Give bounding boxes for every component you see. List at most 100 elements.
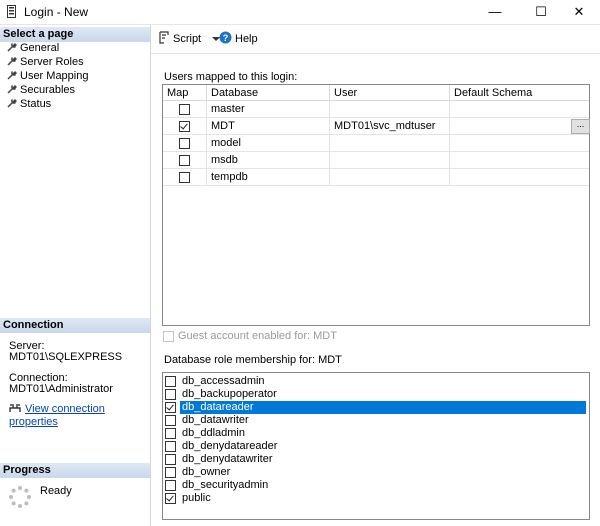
map-cell[interactable] <box>163 135 207 152</box>
role-label[interactable]: db_backupoperator <box>180 388 279 401</box>
schema-cell[interactable]: ... <box>450 118 590 135</box>
map-checkbox[interactable] <box>179 154 190 166</box>
database-cell: model <box>207 135 330 152</box>
page-item-server-roles[interactable]: Server Roles <box>7 55 84 69</box>
user-cell[interactable] <box>330 135 450 152</box>
progress-header: Progress <box>0 463 150 478</box>
role-label[interactable]: db_securityadmin <box>180 479 270 492</box>
schema-cell[interactable] <box>450 152 589 169</box>
schema-cell[interactable] <box>450 101 589 118</box>
page-item-general[interactable]: General <box>7 41 59 55</box>
role-checkbox[interactable] <box>165 402 176 413</box>
user-cell[interactable]: MDT01\svc_mdtuser <box>330 118 450 135</box>
map-cell[interactable] <box>163 169 207 186</box>
role-membership-list: db_accessadmin db_backupoperator db_data… <box>162 372 590 520</box>
server-icon <box>7 5 16 18</box>
title-bar: Login - New — ☐ ✕ <box>0 0 600 25</box>
svg-text:?: ? <box>223 33 229 43</box>
server-value: MDT01\SQLEXPRESS <box>9 351 123 363</box>
map-checkbox[interactable] <box>179 120 190 132</box>
user-cell[interactable] <box>330 101 450 118</box>
column-header-database[interactable]: Database <box>207 85 330 101</box>
role-label[interactable]: db_accessadmin <box>180 375 267 388</box>
role-checkbox[interactable] <box>165 441 176 452</box>
list-item[interactable]: db_accessadmin <box>164 375 588 388</box>
wrench-icon <box>7 70 17 80</box>
list-item[interactable]: db_ddladmin <box>164 427 588 440</box>
map-checkbox[interactable] <box>179 103 190 115</box>
role-label[interactable]: db_datareader <box>180 401 586 414</box>
help-button[interactable]: ? Help <box>219 31 258 47</box>
page-item-label: Server Roles <box>20 56 84 68</box>
guest-account-option: Guest account enabled for: MDT <box>163 330 337 342</box>
browse-schema-button[interactable]: ... <box>571 119 590 134</box>
database-cell: master <box>207 101 330 118</box>
table-row[interactable]: model <box>163 135 589 152</box>
page-item-label: Securables <box>20 84 76 96</box>
view-connection-properties[interactable]: View connection properties <box>9 403 150 429</box>
role-label[interactable]: public <box>180 492 213 505</box>
table-row[interactable]: msdb <box>163 152 589 169</box>
guest-account-checkbox <box>163 330 174 342</box>
script-label: Script <box>173 33 202 45</box>
help-label: Help <box>235 33 258 45</box>
connection-header: Connection <box>0 318 150 333</box>
page-item-status[interactable]: Status <box>7 97 51 111</box>
role-label[interactable]: db_owner <box>180 466 232 479</box>
script-button[interactable]: Script <box>158 31 221 47</box>
column-header-default-schema[interactable]: Default Schema <box>450 85 589 101</box>
schema-cell[interactable] <box>450 135 589 152</box>
view-connection-link[interactable]: View connection properties <box>9 403 105 428</box>
role-label[interactable]: db_datawriter <box>180 414 251 427</box>
minimize-button[interactable]: — <box>472 0 518 24</box>
page-item-label: General <box>20 42 60 54</box>
table-row[interactable]: master <box>163 101 589 118</box>
role-checkbox[interactable] <box>165 376 176 387</box>
user-cell[interactable] <box>330 169 450 186</box>
progress-spinner-icon <box>9 486 31 508</box>
wrench-icon <box>7 42 17 52</box>
column-header-map[interactable]: Map <box>163 85 207 101</box>
list-item[interactable]: db_datawriter <box>164 414 588 427</box>
wrench-icon <box>7 56 17 66</box>
role-checkbox[interactable] <box>165 454 176 465</box>
map-cell[interactable] <box>163 118 207 135</box>
page-item-user-mapping[interactable]: User Mapping <box>7 69 88 83</box>
role-checkbox[interactable] <box>165 415 176 426</box>
map-checkbox[interactable] <box>179 137 190 149</box>
list-item[interactable]: db_denydatawriter <box>164 453 588 466</box>
select-page-header: Select a page <box>0 27 150 42</box>
wrench-icon <box>7 98 17 108</box>
list-item[interactable]: db_securityadmin <box>164 479 588 492</box>
users-mapped-label: Users mapped to this login: <box>164 71 298 83</box>
role-label[interactable]: db_denydatareader <box>180 440 279 453</box>
role-checkbox[interactable] <box>165 467 176 478</box>
role-label[interactable]: db_denydatawriter <box>180 453 275 466</box>
page-item-securables[interactable]: Securables <box>7 83 75 97</box>
role-checkbox[interactable] <box>165 389 176 400</box>
database-cell: MDT <box>207 118 330 135</box>
list-item[interactable]: db_owner <box>164 466 588 479</box>
schema-cell[interactable] <box>450 169 589 186</box>
table-row[interactable]: MDT MDT01\svc_mdtuser ... <box>163 118 590 135</box>
column-header-user[interactable]: User <box>330 85 450 101</box>
list-item[interactable]: db_denydatareader <box>164 440 588 453</box>
close-button[interactable]: ✕ <box>556 0 600 24</box>
role-checkbox[interactable] <box>165 428 176 439</box>
list-item[interactable]: public <box>164 492 588 505</box>
role-membership-label: Database role membership for: MDT <box>164 354 342 366</box>
role-label[interactable]: db_ddladmin <box>180 427 247 440</box>
role-checkbox[interactable] <box>165 480 176 491</box>
list-item[interactable]: db_datareader <box>164 401 588 414</box>
map-checkbox[interactable] <box>179 171 190 183</box>
progress-status: Ready <box>40 485 72 497</box>
window-title: Login - New <box>24 5 89 19</box>
map-cell[interactable] <box>163 152 207 169</box>
table-row[interactable]: tempdb <box>163 169 589 186</box>
user-cell[interactable] <box>330 152 450 169</box>
left-pane: Select a page General Server Roles User … <box>0 25 151 526</box>
connection-icon <box>9 404 21 412</box>
role-checkbox[interactable] <box>165 493 176 504</box>
list-item[interactable]: db_backupoperator <box>164 388 588 401</box>
map-cell[interactable] <box>163 101 207 118</box>
